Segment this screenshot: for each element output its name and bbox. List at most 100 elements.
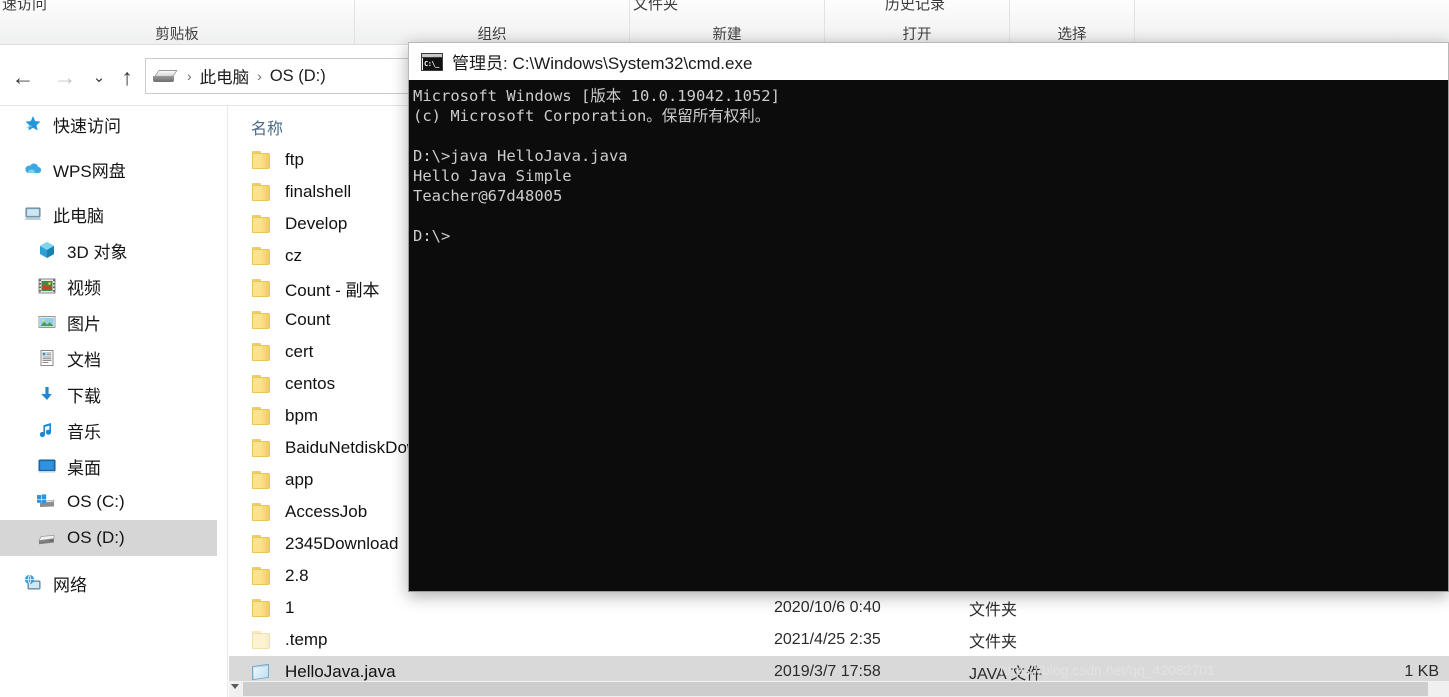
pictures-icon	[36, 311, 58, 333]
drive-icon	[36, 527, 58, 549]
folder-icon	[251, 374, 271, 394]
file-name-label: app	[285, 470, 314, 489]
sidebar-item-10[interactable]: OS (C:)	[0, 484, 227, 520]
java-file-icon	[251, 662, 271, 682]
ribbon-group-4[interactable]: 打开	[825, 0, 1010, 45]
sidebar-item-label: 图片	[67, 314, 101, 334]
file-name-cell: .temp	[251, 630, 328, 650]
file-name-cell: Count - 副本	[251, 276, 379, 301]
sidebar-item-4[interactable]: 视频	[0, 268, 227, 304]
folder-icon	[251, 150, 271, 170]
folder-icon	[251, 278, 271, 298]
folder-icon	[251, 182, 271, 202]
navigation-pane: 快速访问 WPS网盘此电脑 3D 对象视频图片文档下载音乐桌面 OS (C:) OS (…	[0, 106, 228, 697]
file-name-cell: bpm	[251, 406, 318, 426]
table-row[interactable]: .temp 2021/4/25 2:35 文件夹	[229, 624, 1449, 656]
column-header-name[interactable]: 名称	[251, 115, 283, 139]
folder-icon	[251, 438, 271, 458]
file-name-cell: centos	[251, 374, 335, 394]
sidebar-item-8[interactable]: 音乐	[0, 412, 227, 448]
sidebar-item-3[interactable]: 3D 对象	[0, 232, 227, 268]
ribbon-group-5[interactable]: 选择	[1010, 0, 1135, 45]
file-name-label: Develop	[285, 214, 348, 233]
cloud-icon	[22, 158, 44, 180]
file-name-label: ftp	[285, 150, 304, 169]
folder-icon	[251, 534, 271, 554]
scrollbar-thumb[interactable]	[243, 682, 1428, 696]
up-arrow-icon[interactable]: ↑	[110, 60, 144, 94]
cmd-output[interactable]: Microsoft Windows [版本 10.0.19042.1052] (…	[408, 80, 1449, 592]
file-name-cell: ftp	[251, 150, 304, 170]
sidebar-item-2[interactable]: 此电脑	[0, 196, 227, 232]
3d-objects-icon	[36, 239, 58, 261]
sidebar-item-11[interactable]: OS (D:)	[0, 520, 217, 556]
sidebar-item-0[interactable]: 快速访问	[0, 106, 227, 142]
sidebar-item-label: 此电脑	[53, 206, 104, 226]
scroll-left-arrow-icon[interactable]	[231, 684, 239, 689]
table-row[interactable]: 1 2020/10/6 0:40 文件夹	[229, 592, 1449, 624]
folder-icon	[251, 470, 271, 490]
folder-icon	[251, 502, 271, 522]
file-name-label: .temp	[285, 630, 328, 649]
network-icon	[22, 572, 44, 594]
file-name-cell: Count	[251, 310, 330, 330]
cmd-window[interactable]: ··· C:\_ 管理员: C:\Windows\System32\cmd.exe…	[408, 42, 1449, 592]
ribbon: 速访问 文件夹 历史记录 剪贴板 组织 新建 打开 选择	[0, 0, 1449, 45]
file-date-cell: 2019/3/7 17:58	[774, 663, 881, 680]
file-name-cell: AccessJob	[251, 502, 367, 522]
sidebar-item-9[interactable]: 桌面	[0, 448, 227, 484]
file-name-cell: HelloJava.java	[251, 662, 396, 682]
star-pin-icon	[22, 113, 44, 135]
file-date-cell: 2021/4/25 2:35	[774, 631, 881, 648]
sidebar-item-12[interactable]: 网络	[0, 565, 227, 601]
file-name-label: Count - 副本	[285, 280, 380, 300]
file-name-cell: Develop	[251, 214, 347, 234]
ribbon-group-1[interactable]: 剪贴板	[0, 0, 355, 45]
file-name-label: Count	[285, 310, 331, 329]
cmd-title-text: 管理员: C:\Windows\System32\cmd.exe	[452, 54, 753, 73]
sidebar-item-label: 下载	[67, 386, 101, 406]
forward-arrow-icon[interactable]: →	[48, 60, 82, 94]
folder-icon	[251, 310, 271, 330]
file-name-cell: app	[251, 470, 313, 490]
ribbon-group-label: 选择	[1057, 27, 1087, 43]
file-date-cell: 2020/10/6 0:40	[774, 599, 881, 616]
sidebar-item-7[interactable]: 下载	[0, 376, 227, 412]
file-name-label: cz	[285, 246, 302, 265]
ribbon-group-2[interactable]: 组织	[355, 0, 630, 45]
cmd-title-bar[interactable]: ··· C:\_ 管理员: C:\Windows\System32\cmd.exe	[408, 42, 1449, 80]
file-name-cell: 2345Download	[251, 534, 398, 554]
folder-icon	[251, 406, 271, 426]
sidebar-item-label: OS (D:)	[67, 528, 125, 547]
folder-icon	[251, 598, 271, 618]
sidebar-item-1[interactable]: WPS网盘	[0, 151, 227, 187]
folder-pale-icon	[251, 630, 271, 650]
breadcrumb-item-os-d[interactable]: OS (D:)	[270, 67, 326, 86]
folder-icon	[251, 342, 271, 362]
sidebar-item-5[interactable]: 图片	[0, 304, 227, 340]
file-name-label: HelloJava.java	[285, 662, 396, 681]
horizontal-scrollbar[interactable]	[229, 681, 1449, 697]
videos-icon	[36, 275, 58, 297]
sidebar-item-label: 桌面	[67, 458, 101, 478]
windows-drive-icon	[36, 491, 58, 513]
ribbon-group-3[interactable]: 新建	[630, 0, 825, 45]
breadcrumb-item-this-pc[interactable]: 此电脑	[200, 64, 250, 88]
music-icon	[36, 419, 58, 441]
sidebar-item-label: 3D 对象	[67, 242, 128, 262]
sidebar-item-6[interactable]: 文档	[0, 340, 227, 376]
file-name-cell: cz	[251, 246, 302, 266]
file-name-label: 1	[285, 598, 295, 617]
file-name-label: finalshell	[285, 182, 352, 201]
cmd-icon: ··· C:\_	[421, 52, 443, 71]
file-name-cell: cert	[251, 342, 313, 362]
sidebar-item-label: OS (C:)	[67, 492, 125, 511]
sidebar-item-label: 网络	[53, 575, 87, 595]
ribbon-group-label: 新建	[712, 27, 742, 43]
drive-icon	[153, 67, 178, 85]
file-size-cell: 1 KB	[1404, 663, 1439, 680]
back-arrow-icon[interactable]: ←	[6, 60, 40, 94]
